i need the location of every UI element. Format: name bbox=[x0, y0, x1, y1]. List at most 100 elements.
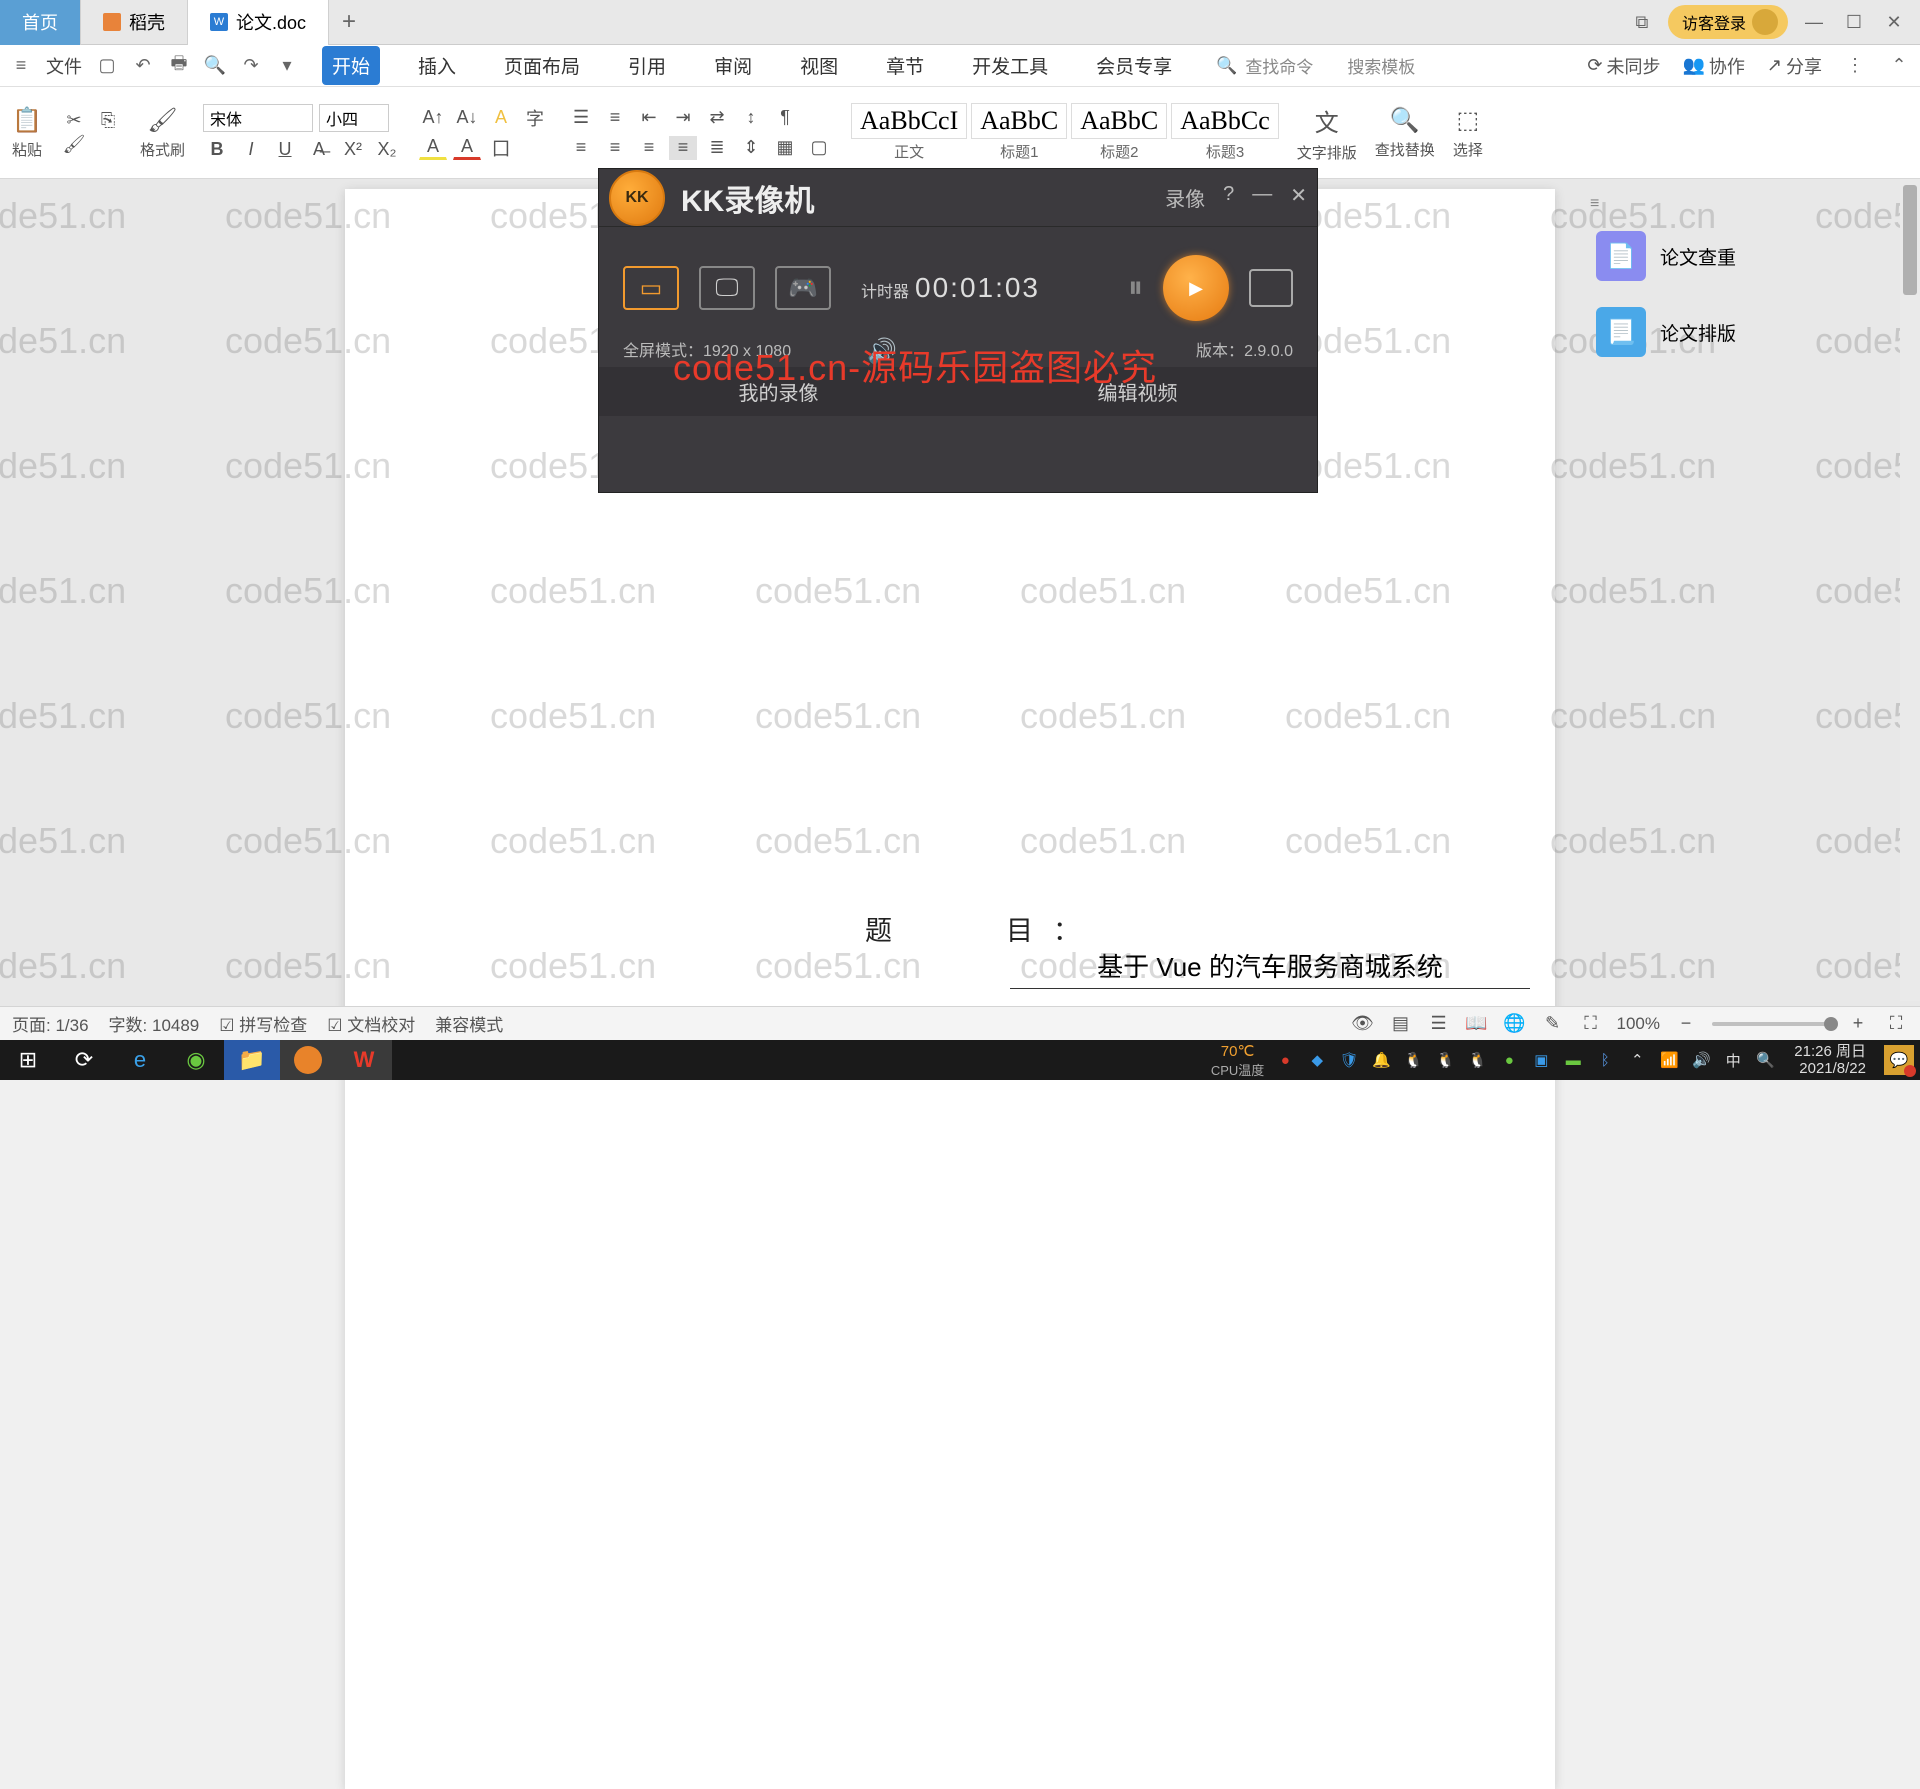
char-fx-icon[interactable]: 字 bbox=[521, 106, 549, 130]
cut-icon[interactable]: ✂ bbox=[60, 109, 88, 133]
menu-layout[interactable]: 页面布局 bbox=[494, 46, 590, 85]
tray-sound-icon[interactable]: 🔊 bbox=[1690, 1051, 1712, 1069]
tb-ie-icon[interactable]: e bbox=[112, 1040, 168, 1080]
shade-icon[interactable]: ▦ bbox=[771, 136, 799, 160]
zoom-value[interactable]: 100% bbox=[1617, 1014, 1660, 1034]
tray-qq-icon[interactable]: 🐧 bbox=[1466, 1051, 1488, 1069]
tray-qq-icon[interactable]: 🐧 bbox=[1434, 1051, 1456, 1069]
font-select[interactable]: 宋体 bbox=[203, 104, 313, 132]
view-read-icon[interactable]: 📖 bbox=[1465, 1013, 1489, 1034]
menu-vip[interactable]: 会员专享 bbox=[1086, 46, 1182, 85]
save-icon[interactable]: ▢ bbox=[96, 55, 118, 77]
spellcheck-toggle[interactable]: 拼写检查 bbox=[219, 1011, 307, 1036]
size-select[interactable]: 小四 bbox=[319, 104, 389, 132]
undo-icon[interactable]: ↶ bbox=[132, 55, 154, 77]
tray-bluetooth-icon[interactable]: ᛒ bbox=[1594, 1052, 1616, 1069]
rec-close-icon[interactable]: ✕ bbox=[1290, 183, 1307, 212]
vertical-scrollbar[interactable] bbox=[1900, 179, 1920, 1001]
align-left-icon[interactable]: ≡ bbox=[567, 136, 595, 160]
menu-chapter[interactable]: 章节 bbox=[876, 46, 934, 85]
indent-icon[interactable]: ⇥ bbox=[669, 106, 697, 130]
bullet-icon[interactable]: ☰ bbox=[567, 106, 595, 130]
format-icon[interactable]: 🖌 bbox=[60, 133, 88, 157]
compare-icon[interactable]: ⇄ bbox=[703, 106, 731, 130]
char-border-icon[interactable]: 囗 bbox=[487, 136, 515, 160]
command-search[interactable]: 🔍 查找命令 bbox=[1216, 53, 1313, 78]
tray-icon[interactable]: ▣ bbox=[1530, 1051, 1552, 1069]
share-button[interactable]: ↗ 分享 bbox=[1767, 53, 1822, 79]
sub-icon[interactable]: X₂ bbox=[373, 138, 401, 162]
tray-wifi-icon[interactable]: 📶 bbox=[1658, 1051, 1680, 1069]
tray-icon[interactable]: ● bbox=[1274, 1052, 1296, 1069]
strike-icon[interactable]: A̶ bbox=[305, 138, 333, 162]
recorder-window[interactable]: KK KK录像机 录像 ? — ✕ ▭ 🖵 🎮 计时器00:01:03 ⏸ ▶ … bbox=[598, 168, 1318, 493]
menu-start[interactable]: 开始 bbox=[322, 46, 380, 85]
dropdown-icon[interactable]: ▾ bbox=[276, 55, 298, 77]
fit-icon[interactable]: ⛶ bbox=[1579, 1013, 1603, 1034]
mode-fullscreen[interactable]: ▭ bbox=[623, 266, 679, 310]
panel-collapse-icon[interactable]: ≡ bbox=[1590, 195, 1910, 213]
more-icon[interactable]: ⋮ bbox=[1844, 55, 1866, 77]
select-group[interactable]: ⬚选择 bbox=[1453, 106, 1483, 160]
menu-dev[interactable]: 开发工具 bbox=[962, 46, 1058, 85]
align-center-icon[interactable]: ≡ bbox=[601, 136, 629, 160]
font-color-icon[interactable]: A bbox=[453, 136, 481, 160]
bg-color-icon[interactable]: A bbox=[419, 136, 447, 160]
doc-title-value[interactable]: 基于 Vue 的汽车服务商城系统 bbox=[1010, 947, 1530, 989]
rec-minimize-icon[interactable]: — bbox=[1252, 183, 1272, 212]
grow-font-icon[interactable]: A↑ bbox=[419, 106, 447, 130]
align-justify-icon[interactable]: ≡ bbox=[669, 136, 697, 160]
zoom-slider[interactable] bbox=[1712, 1022, 1832, 1026]
notification-center[interactable]: 💬 bbox=[1884, 1045, 1914, 1075]
tb-browser-icon[interactable]: ◉ bbox=[168, 1040, 224, 1080]
outdent-icon[interactable]: ⇤ bbox=[635, 106, 663, 130]
tab-document[interactable]: W论文.doc bbox=[188, 0, 329, 45]
page-count[interactable]: 页面: 1/36 bbox=[12, 1011, 89, 1036]
sort-icon[interactable]: ↕ bbox=[737, 106, 765, 130]
sync-button[interactable]: ⟳ 未同步 bbox=[1587, 53, 1660, 79]
shrink-font-icon[interactable]: A↓ bbox=[453, 106, 481, 130]
print-icon[interactable]: 🖶 bbox=[168, 55, 190, 77]
view-outline-icon[interactable]: ☰ bbox=[1427, 1013, 1451, 1034]
edit-mode-icon[interactable]: ✎ bbox=[1541, 1013, 1565, 1034]
pause-icon[interactable]: ⏸ bbox=[1128, 271, 1143, 305]
show-marks-icon[interactable]: ¶ bbox=[771, 106, 799, 130]
line-spacing-icon[interactable]: ⇕ bbox=[737, 136, 765, 160]
menu-insert[interactable]: 插入 bbox=[408, 46, 466, 85]
proofread-toggle[interactable]: 文档校对 bbox=[327, 1011, 415, 1036]
view-page-icon[interactable]: ▤ bbox=[1389, 1013, 1413, 1034]
tray-shield-icon[interactable]: 🛡 bbox=[1338, 1051, 1360, 1069]
minimize-button[interactable]: — bbox=[1800, 12, 1828, 33]
italic-icon[interactable]: I bbox=[237, 138, 265, 162]
border-icon[interactable]: ▢ bbox=[805, 136, 833, 160]
tb-recorder-icon[interactable] bbox=[280, 1040, 336, 1080]
bold-icon[interactable]: B bbox=[203, 138, 231, 162]
underline-icon[interactable]: U bbox=[271, 138, 299, 162]
scroll-thumb[interactable] bbox=[1903, 185, 1917, 295]
login-button[interactable]: 访客登录 bbox=[1668, 5, 1788, 39]
tray-icon[interactable]: ◆ bbox=[1306, 1051, 1328, 1069]
plagiarism-check[interactable]: 📄论文查重 bbox=[1590, 225, 1910, 287]
find-replace[interactable]: 🔍查找替换 bbox=[1375, 106, 1435, 160]
mode-window[interactable]: 🖵 bbox=[699, 266, 755, 310]
tab-home[interactable]: 首页 bbox=[0, 0, 81, 45]
format-brush[interactable]: 🖌格式刷 bbox=[140, 106, 185, 160]
tray-search-icon[interactable]: 🔍 bbox=[1754, 1051, 1776, 1069]
template-search[interactable]: 搜索模板 bbox=[1347, 53, 1415, 78]
tb-explorer-icon[interactable]: 📁 bbox=[224, 1040, 280, 1080]
menu-view[interactable]: 视图 bbox=[790, 46, 848, 85]
collapse-ribbon-icon[interactable]: ⌃ bbox=[1888, 55, 1910, 77]
preview-icon[interactable]: 🔍 bbox=[204, 55, 226, 77]
tab-daoke[interactable]: 稻壳 bbox=[81, 0, 188, 45]
text-layout[interactable]: 文文字排版 bbox=[1297, 103, 1357, 163]
tray-ime-icon[interactable]: 中 bbox=[1722, 1050, 1744, 1071]
taskbar-clock[interactable]: 21:26 周日2021/8/22 bbox=[1786, 1043, 1874, 1078]
menu-reference[interactable]: 引用 bbox=[618, 46, 676, 85]
coop-button[interactable]: 👥 协作 bbox=[1682, 53, 1744, 79]
screenshot-button[interactable] bbox=[1249, 269, 1293, 307]
style-h2[interactable]: AaBbC bbox=[1071, 103, 1167, 139]
tray-wechat-icon[interactable]: ● bbox=[1498, 1052, 1520, 1069]
view-web-icon[interactable]: 🌐 bbox=[1503, 1013, 1527, 1034]
super-icon[interactable]: X² bbox=[339, 138, 367, 162]
rec-help-icon[interactable]: ? bbox=[1223, 183, 1234, 212]
